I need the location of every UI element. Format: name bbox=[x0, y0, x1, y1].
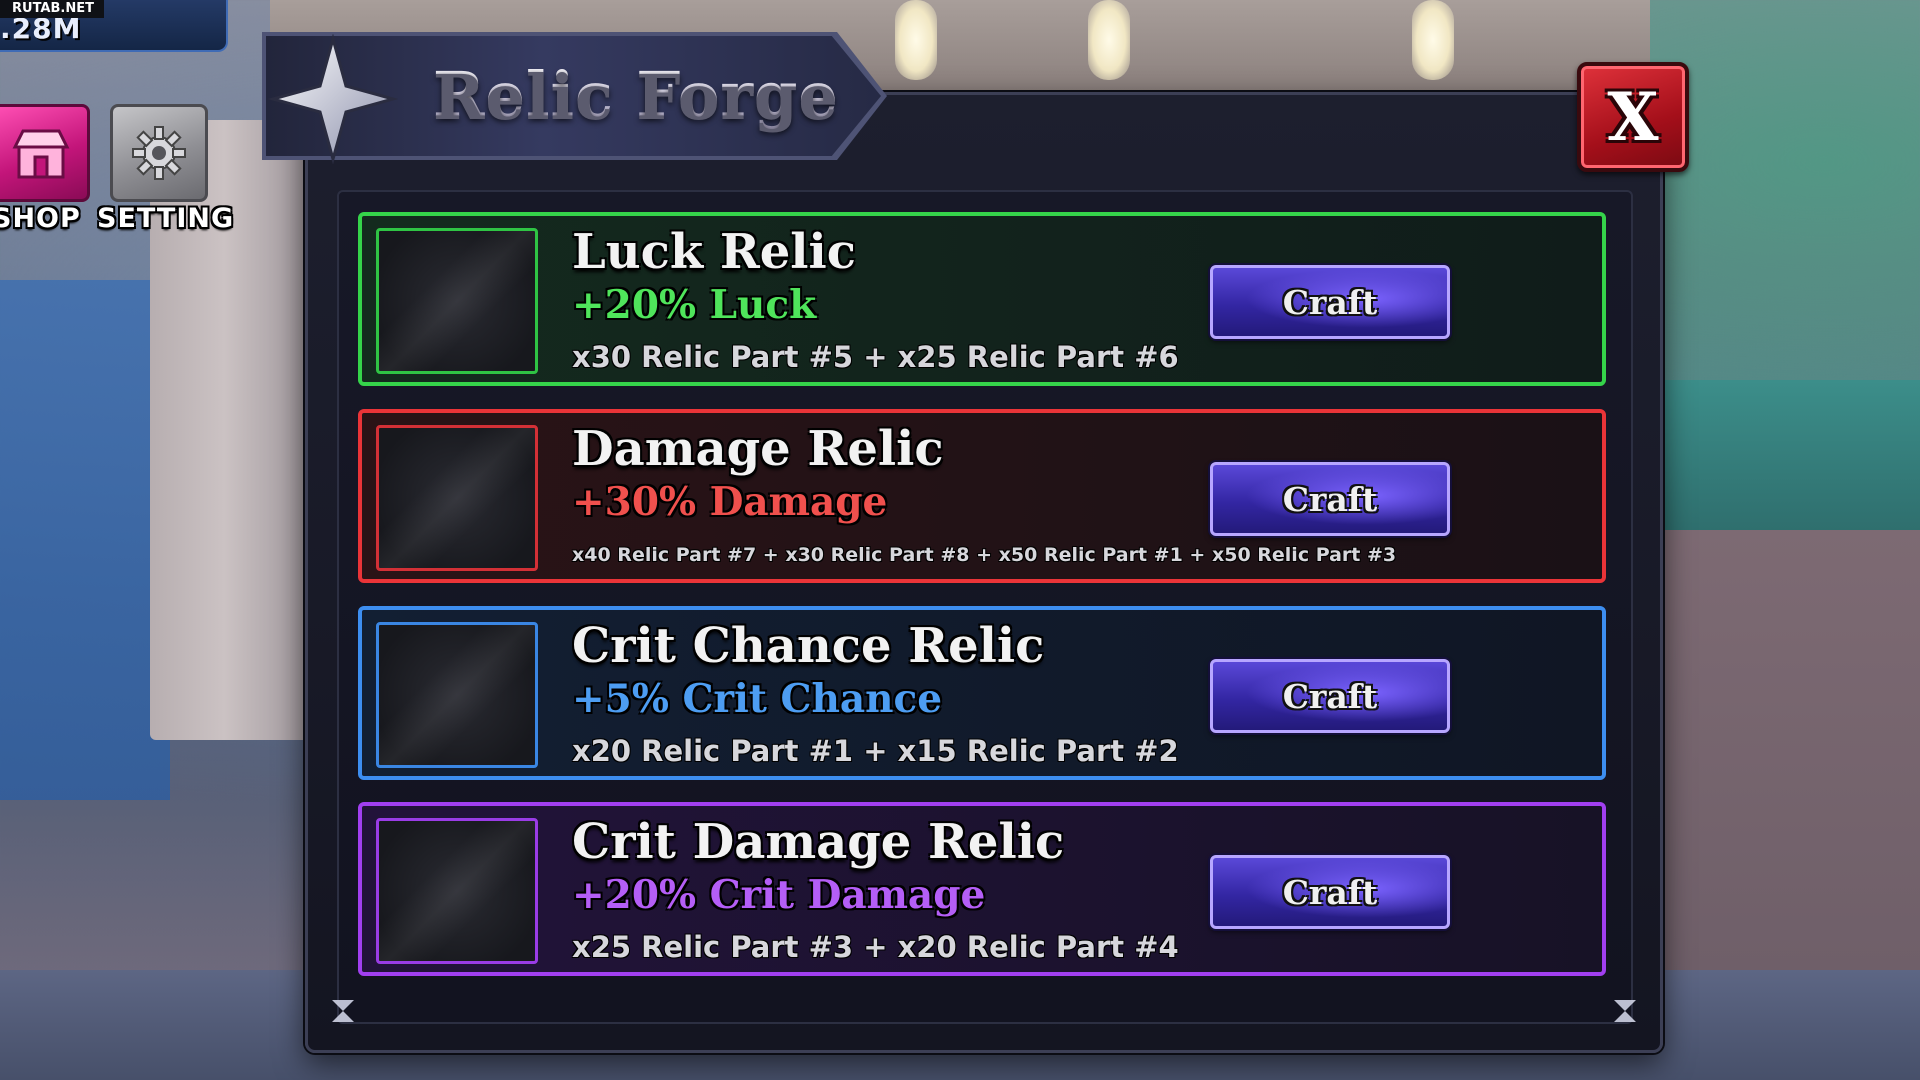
relic-icon-placeholder bbox=[376, 228, 538, 374]
relic-bonus: +5% Crit Chance bbox=[572, 676, 943, 722]
settings-button[interactable] bbox=[110, 104, 208, 202]
relic-cost: x30 Relic Part #5 + x25 Relic Part #6 bbox=[572, 340, 1179, 374]
background-lamp bbox=[895, 0, 937, 80]
background-water bbox=[0, 280, 170, 800]
craft-button-label: Craft bbox=[1282, 872, 1378, 912]
close-button[interactable]: X bbox=[1577, 62, 1689, 172]
relic-name: Crit Damage Relic bbox=[572, 814, 1065, 870]
relic-row-crit-chance: Crit Chance Relic +5% Crit Chance x20 Re… bbox=[358, 606, 1606, 780]
shop-icon bbox=[12, 129, 70, 179]
craft-button-luck[interactable]: Craft bbox=[1210, 265, 1450, 339]
relic-cost: x25 Relic Part #3 + x20 Relic Part #4 bbox=[572, 930, 1179, 964]
craft-button-crit-damage[interactable]: Craft bbox=[1210, 855, 1450, 929]
panel-title: Relic Forge bbox=[433, 58, 839, 131]
craft-button-label: Craft bbox=[1282, 282, 1378, 322]
background-lamp bbox=[1412, 0, 1454, 80]
close-icon: X bbox=[1607, 78, 1659, 156]
craft-button-crit-chance[interactable]: Craft bbox=[1210, 659, 1450, 733]
relic-name: Luck Relic bbox=[572, 224, 856, 280]
gear-icon bbox=[132, 126, 186, 180]
relic-bonus: +20% Luck bbox=[572, 282, 817, 328]
craft-button-label: Craft bbox=[1282, 676, 1378, 716]
relic-name: Damage Relic bbox=[572, 421, 944, 477]
relic-icon-placeholder bbox=[376, 425, 538, 571]
relic-bonus: +20% Crit Damage bbox=[572, 872, 986, 918]
settings-label: SETTING bbox=[97, 203, 235, 234]
craft-button-label: Craft bbox=[1282, 479, 1378, 519]
relic-name: Crit Chance Relic bbox=[572, 618, 1045, 674]
relic-bonus: +30% Damage bbox=[572, 479, 888, 525]
relic-cost: x40 Relic Part #7 + x30 Relic Part #8 + … bbox=[572, 544, 1397, 566]
relic-icon-placeholder bbox=[376, 622, 538, 768]
relic-icon-placeholder bbox=[376, 818, 538, 964]
shop-button[interactable] bbox=[0, 104, 90, 202]
shop-label: SHOP bbox=[0, 203, 81, 234]
background-lamp bbox=[1088, 0, 1130, 80]
relic-row-luck: Luck Relic +20% Luck x30 Relic Part #5 +… bbox=[358, 212, 1606, 386]
relic-row-crit-damage: Crit Damage Relic +20% Crit Damage x25 R… bbox=[358, 802, 1606, 976]
relic-row-damage: Damage Relic +30% Damage x40 Relic Part … bbox=[358, 409, 1606, 583]
watermark: RUTAB.NET bbox=[0, 0, 104, 18]
craft-button-damage[interactable]: Craft bbox=[1210, 462, 1450, 536]
star-icon bbox=[268, 34, 398, 164]
relic-cost: x20 Relic Part #1 + x15 Relic Part #2 bbox=[572, 734, 1179, 768]
